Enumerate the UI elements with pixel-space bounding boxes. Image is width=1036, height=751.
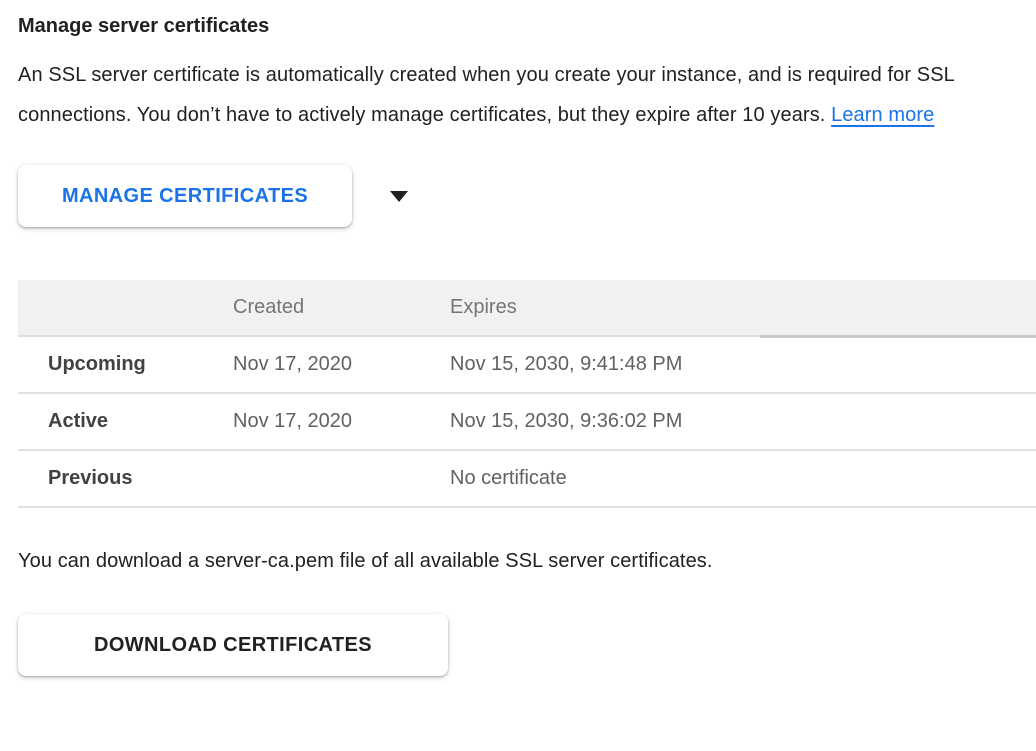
row-label: Upcoming bbox=[18, 353, 233, 376]
download-section: DOWNLOAD CERTIFICATES bbox=[18, 614, 1036, 676]
manage-certificates-button[interactable]: MANAGE CERTIFICATES bbox=[18, 165, 352, 227]
manage-certificates-dropdown-button[interactable] bbox=[385, 182, 413, 210]
row-label: Active bbox=[18, 410, 233, 433]
table-row-upcoming: Upcoming Nov 17, 2020 Nov 15, 2030, 9:41… bbox=[18, 337, 1036, 394]
table-row-previous: Previous No certificate bbox=[18, 451, 1036, 508]
column-header-expires: Expires bbox=[450, 296, 1036, 319]
download-description: You can download a server-ca.pem file of… bbox=[18, 541, 1036, 581]
table-row-active: Active Nov 17, 2020 Nov 15, 2030, 9:36:0… bbox=[18, 394, 1036, 451]
certificate-actions: MANAGE CERTIFICATES bbox=[18, 165, 1036, 227]
description-text: An SSL server certificate is automatical… bbox=[18, 64, 954, 126]
learn-more-link[interactable]: Learn more bbox=[831, 104, 934, 126]
table-header-row: Created Expires bbox=[18, 280, 1036, 337]
description: An SSL server certificate is automatical… bbox=[18, 55, 1020, 135]
created-cell: Nov 17, 2020 bbox=[233, 410, 450, 433]
row-label: Previous bbox=[18, 467, 233, 490]
certificates-table: Created Expires Upcoming Nov 17, 2020 No… bbox=[18, 280, 1036, 508]
page-title: Manage server certificates bbox=[18, 13, 1036, 39]
column-header-created: Created bbox=[233, 296, 450, 319]
expires-cell: No certificate bbox=[450, 467, 1036, 490]
created-cell: Nov 17, 2020 bbox=[233, 353, 450, 376]
table-horizontal-scrollbar-thumb[interactable] bbox=[760, 335, 1036, 338]
caret-down-icon bbox=[390, 191, 408, 202]
expires-cell: Nov 15, 2030, 9:36:02 PM bbox=[450, 410, 1036, 433]
expires-cell: Nov 15, 2030, 9:41:48 PM bbox=[450, 353, 1036, 376]
download-certificates-button[interactable]: DOWNLOAD CERTIFICATES bbox=[18, 614, 448, 676]
